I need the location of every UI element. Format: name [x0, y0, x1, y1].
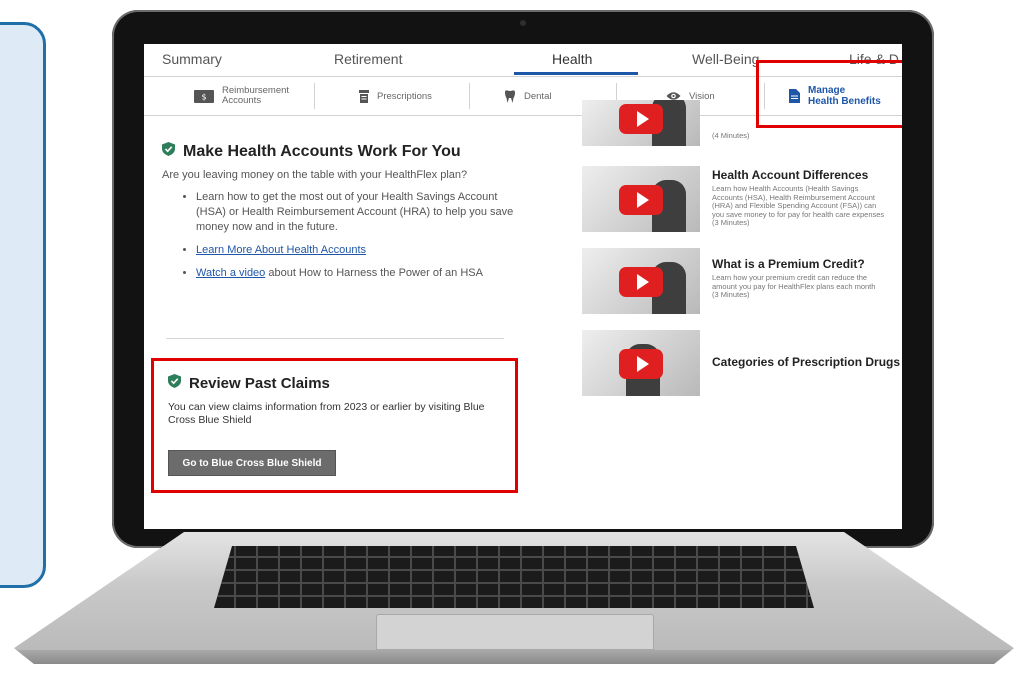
health-accounts-title: Make Health Accounts Work For You — [162, 142, 461, 161]
section-divider — [166, 338, 504, 339]
list-item: Learn More About Health Accounts — [196, 243, 526, 258]
tab-well-being[interactable]: Well-Being — [692, 51, 759, 67]
laptop-screen: Summary Retirement Health Well-Being Lif… — [144, 44, 902, 529]
video-thumbnail[interactable] — [582, 100, 700, 146]
subtab-reimbursement-accounts[interactable]: $ Reimbursement Accounts — [194, 77, 290, 115]
subtab-dental-label: Dental — [524, 90, 552, 102]
health-accounts-bullets: Learn how to get the most out of your He… — [180, 190, 526, 289]
play-icon — [619, 185, 663, 215]
trackpad — [376, 614, 654, 650]
tab-health[interactable]: Health — [552, 51, 592, 67]
play-icon — [619, 104, 663, 134]
tab-summary[interactable]: Summary — [162, 51, 222, 67]
tab-retirement[interactable]: Retirement — [334, 51, 402, 67]
video-desc-line: (3 Minutes) — [712, 290, 750, 299]
shield-check-icon — [162, 142, 175, 161]
video-desc-line: (3 Minutes) — [712, 218, 750, 227]
video-title[interactable]: What is a Premium Credit? — [712, 257, 865, 271]
laptop-base — [14, 532, 1014, 664]
highlight-review-past-claims — [151, 358, 518, 493]
subtab-prescriptions[interactable]: Prescriptions — [359, 77, 432, 115]
money-icon: $ — [194, 89, 214, 103]
video-title[interactable]: Categories of Prescription Drugs — [712, 355, 900, 369]
list-item: Watch a video about How to Harness the P… — [196, 266, 526, 281]
watch-video-link[interactable]: Watch a video — [196, 267, 265, 279]
callout-panel — [0, 22, 46, 588]
learn-more-health-accounts-link[interactable]: Learn More About Health Accounts — [196, 244, 366, 256]
svg-text:$: $ — [201, 92, 206, 101]
subtab-prescriptions-label: Prescriptions — [377, 90, 432, 102]
video-thumbnail[interactable] — [582, 166, 700, 232]
divider — [469, 83, 470, 109]
watch-video-rest: about How to Harness the Power of an HSA — [265, 267, 483, 279]
laptop-lid: Summary Retirement Health Well-Being Lif… — [112, 10, 934, 548]
laptop-camera — [520, 20, 526, 26]
laptop-base-edge — [14, 650, 1014, 664]
health-accounts-intro: Are you leaving money on the table with … — [162, 169, 468, 181]
list-item: Learn how to get the most out of your He… — [196, 190, 526, 235]
subtab-reimbursement-label: Reimbursement Accounts — [222, 85, 290, 106]
video-title[interactable]: Health Account Differences — [712, 168, 868, 182]
divider — [314, 83, 315, 109]
video-thumbnail[interactable] — [582, 330, 700, 396]
video-desc: (4 Minutes) — [712, 131, 750, 140]
play-icon — [619, 349, 663, 379]
health-accounts-title-text: Make Health Accounts Work For You — [183, 142, 461, 160]
prescription-bottle-icon — [359, 89, 369, 103]
play-icon — [619, 267, 663, 297]
tooth-icon — [504, 89, 516, 103]
video-thumbnail[interactable] — [582, 248, 700, 314]
active-tab-indicator — [514, 72, 638, 75]
highlight-manage-health-benefits — [756, 60, 902, 128]
keyboard — [214, 546, 814, 608]
subtab-dental[interactable]: Dental — [504, 77, 551, 115]
